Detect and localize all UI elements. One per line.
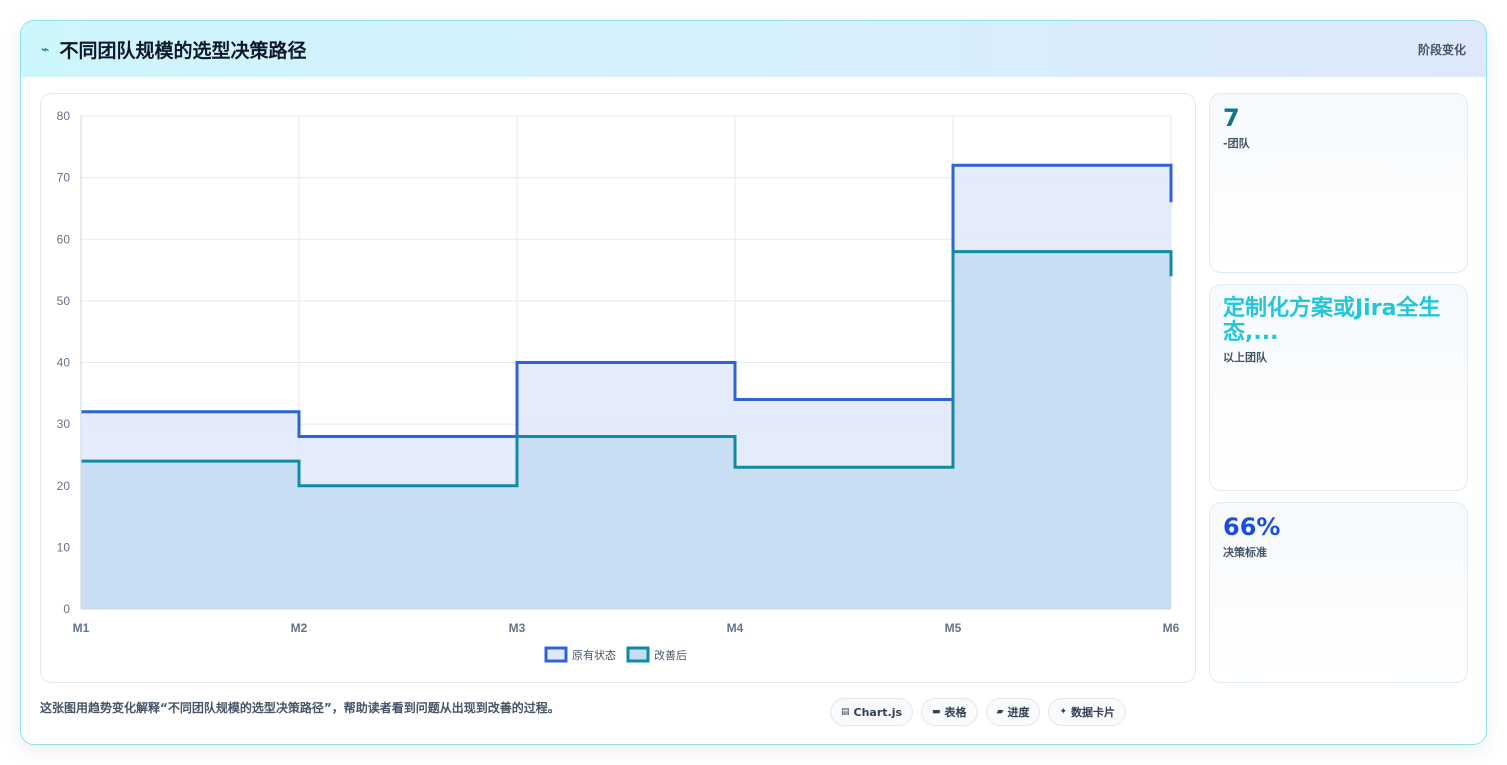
chip-progress[interactable]: ▰ 进度	[985, 698, 1041, 726]
chart-caption: 这张图用趋势变化解释“不同团队规模的选型决策路径”，帮助读者看到问题从出现到改善…	[40, 701, 560, 715]
legend-label: 改善后	[654, 648, 687, 662]
y-tick-label: 30	[57, 417, 71, 431]
stat-card-decision: 66% 决策标准	[1209, 502, 1468, 683]
y-tick-label: 0	[63, 602, 70, 616]
table-icon: ▬	[932, 707, 941, 717]
y-tick-label: 70	[57, 171, 71, 185]
header-tag: 阶段变化	[1417, 43, 1466, 57]
x-tick-label: M2	[291, 621, 308, 635]
y-tick-label: 60	[57, 232, 71, 246]
chart-card: ⌁ 不同团队规模的选型决策路径 阶段变化 0 10 20 30 40 50 60 70 80 M1…	[20, 20, 1487, 745]
stat-label: -团队	[1223, 137, 1250, 151]
y-tick-label: 50	[57, 294, 71, 308]
stat-value: 66%	[1223, 513, 1281, 541]
stat-label: 决策标准	[1223, 546, 1267, 560]
chip-label: 表格	[944, 706, 967, 719]
stat-value: 7	[1223, 104, 1240, 132]
chip-label: 进度	[1007, 706, 1030, 719]
chip-chartjs[interactable]: ▤ Chart.js	[830, 698, 914, 726]
chip-table[interactable]: ▬ 表格	[921, 698, 978, 726]
legend-swatch	[626, 646, 650, 663]
y-tick-label: 20	[57, 479, 71, 493]
pulse-icon: ⌁	[41, 42, 50, 58]
card-title: 不同团队规模的选型决策路径	[59, 39, 307, 62]
stat-card-teams: 7 -团队	[1209, 93, 1468, 273]
x-tick-label: M4	[727, 621, 744, 635]
chip-group: ▤ Chart.js ▬ 表格 ▰ 进度 ✦ 数据卡片	[830, 698, 1127, 726]
y-tick-label: 80	[57, 109, 71, 123]
chip-data-card[interactable]: ✦ 数据卡片	[1048, 698, 1127, 726]
x-tick-label: M1	[73, 621, 90, 635]
chart-panel: 0 10 20 30 40 50 60 70 80 M1 M2 M3 M4 M5 M6 原有状态 改善后	[40, 93, 1196, 683]
progress-icon: ▰	[996, 707, 1004, 717]
step-line-chart: 0 10 20 30 40 50 60 70 80 M1 M2 M3 M4 M5 M6 原有状态 改善后	[57, 109, 1180, 663]
chart-icon: ▤	[841, 707, 850, 717]
x-tick-label: M5	[945, 621, 962, 635]
x-tick-label: M6	[1163, 621, 1180, 635]
y-tick-label: 10	[57, 540, 71, 554]
card-header: ⌁ 不同团队规模的选型决策路径 阶段变化	[21, 21, 1486, 77]
chip-label: Chart.js	[853, 705, 903, 719]
x-tick-label: M3	[509, 621, 526, 635]
legend-swatch	[544, 646, 568, 663]
legend-label: 原有状态	[572, 648, 616, 662]
chip-label: 数据卡片	[1071, 706, 1116, 719]
y-tick-label: 40	[57, 356, 71, 370]
sparkle-icon: ✦	[1059, 707, 1068, 717]
stat-label: 以上团队	[1223, 351, 1267, 365]
stat-value: 定制化方案或Jira全生态,...	[1223, 296, 1441, 346]
stat-card-solution: 定制化方案或Jira全生态,... 以上团队	[1209, 284, 1468, 491]
